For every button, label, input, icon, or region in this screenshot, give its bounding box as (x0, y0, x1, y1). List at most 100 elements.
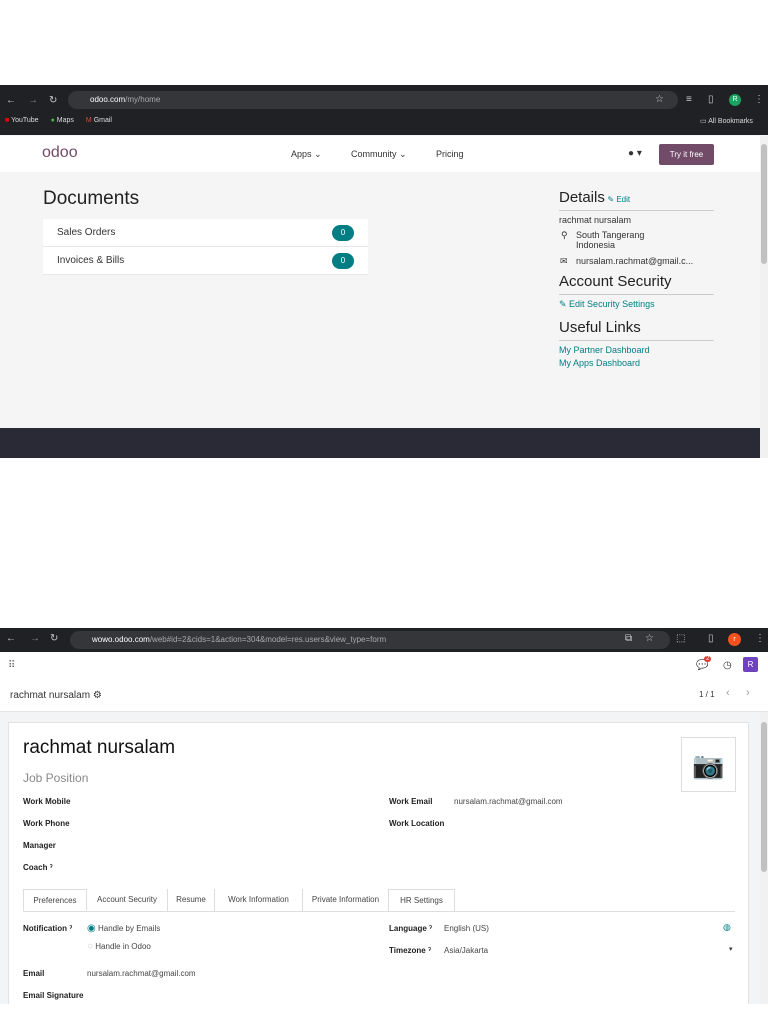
pager: 1 / 1 (699, 690, 715, 699)
camera-add-icon[interactable]: 📷 (681, 737, 736, 792)
pager-prev-button[interactable]: ‹ (726, 687, 730, 699)
manager-label: Manager (23, 841, 56, 850)
details-panel: Details ✎ Edit rachmat nursalam ⚲ South T… (559, 189, 714, 368)
nav-pricing[interactable]: Pricing (436, 149, 464, 159)
name-field[interactable]: rachmat nursalam (23, 737, 175, 759)
details-title: Details (559, 189, 605, 206)
message-count-badge: 2 (704, 656, 712, 662)
extensions-icon[interactable]: ⬚ (676, 634, 685, 644)
count-badge: 0 (332, 253, 354, 269)
timezone-select[interactable]: Asia/Jakarta (444, 946, 488, 955)
backend-screenshot: ← → ↻ wowo.odoo.com/web#id=2&cids=1&acti… (0, 628, 768, 1004)
language-label: Language ˀ (389, 924, 433, 933)
menu-icon[interactable]: ⋮ (755, 634, 765, 644)
browser-chrome: ← → ↻ wowo.odoo.com/web#id=2&cids=1&acti… (0, 628, 768, 652)
tab-account-security[interactable]: Account Security (87, 889, 168, 911)
activity-clock-icon[interactable]: ◷ (723, 660, 732, 671)
apps-dashboard-link[interactable]: My Apps Dashboard (559, 358, 714, 368)
sidepanel-icon[interactable]: ▯ (708, 634, 714, 644)
edit-security-link[interactable]: ✎ Edit Security Settings (559, 299, 714, 310)
breadcrumb: rachmat nursalam ⚙ (10, 690, 102, 701)
address-bar[interactable]: wowo.odoo.com/web#id=2&cids=1&action=304… (70, 631, 670, 649)
tab-hr-settings[interactable]: HR Settings (389, 889, 455, 911)
work-email-field[interactable]: nursalam.rachmat@gmail.com (454, 797, 563, 806)
list-item-invoices[interactable]: Invoices & Bills 0 (43, 247, 368, 275)
notebook-tabs: Preferences Account Security Resume Work… (23, 889, 735, 912)
partner-name: rachmat nursalam (559, 215, 632, 225)
scrollbar[interactable] (760, 136, 768, 458)
scrollbar[interactable] (760, 712, 768, 1004)
tab-private-information[interactable]: Private Information (303, 889, 389, 911)
user-menu-icon[interactable]: ● ▾ (628, 148, 642, 159)
coach-label: Coach ˀ (23, 863, 53, 872)
forward-icon[interactable]: → (30, 634, 40, 644)
all-bookmarks[interactable]: ▭ All Bookmarks (700, 117, 753, 125)
menu-icon[interactable]: ⋮ (754, 95, 764, 105)
language-select[interactable]: English (US) (444, 924, 489, 933)
work-phone-label: Work Phone (23, 819, 70, 828)
cast-icon[interactable]: ⧉ (625, 634, 632, 644)
media-icon[interactable]: ≡ (686, 95, 692, 105)
work-location-label: Work Location (389, 819, 445, 828)
gear-icon[interactable]: ⚙ (93, 690, 102, 701)
messages-icon[interactable]: 💬 2 (696, 656, 712, 671)
country: Indonesia (576, 240, 616, 250)
profile-avatar[interactable]: R (729, 94, 741, 106)
sidepanel-icon[interactable]: ▯ (708, 95, 714, 105)
partner-dashboard-link[interactable]: My Partner Dashboard (559, 345, 714, 355)
email-signature-label: Email Signature (23, 991, 84, 1000)
star-icon[interactable]: ☆ (655, 95, 664, 105)
user-avatar[interactable]: R (743, 657, 758, 672)
back-icon[interactable]: ← (6, 634, 16, 644)
back-icon[interactable]: ← (6, 96, 16, 106)
list-item-sales-orders[interactable]: Sales Orders 0 (43, 219, 368, 247)
odoo-navbar: ⠿ 💬 2 ◷ R (0, 652, 768, 682)
apps-menu-icon[interactable]: ⠿ (8, 660, 15, 671)
form-sheet: rachmat nursalam Job Position 📷 Work Mob… (8, 722, 749, 1004)
browser-chrome: ← → ↻ odoo.com/my/home ☆ ≡ ▯ R ⋮ ■ YouTu… (0, 85, 768, 135)
star-icon[interactable]: ☆ (645, 634, 654, 644)
site-header: odoo Apps ⌄ Community ⌄ Pricing ● ▾ Try … (0, 136, 760, 172)
address-bar[interactable]: odoo.com/my/home (68, 91, 678, 109)
tab-work-information[interactable]: Work Information (215, 889, 303, 911)
reload-icon[interactable]: ↻ (50, 634, 58, 644)
email: nursalam.rachmat@gmail.c... (576, 256, 694, 266)
bookmark-youtube[interactable]: ■ YouTube (5, 117, 39, 124)
account-security-title: Account Security (559, 273, 714, 295)
work-mobile-label: Work Mobile (23, 797, 71, 806)
bookmarks-bar: ■ YouTube ● Maps M Gmail (5, 117, 112, 124)
tab-preferences[interactable]: Preferences (23, 889, 87, 911)
radio-handle-by-emails[interactable]: ◉ Handle by Emails (87, 923, 160, 934)
bookmark-maps[interactable]: ● Maps (51, 117, 74, 124)
try-it-free-button[interactable]: Try it free (659, 144, 714, 165)
footer (0, 428, 760, 458)
city: South Tangerang (576, 230, 645, 240)
documents-title: Documents (43, 188, 140, 209)
odoo-logo[interactable]: odoo (42, 144, 78, 162)
nav-apps[interactable]: Apps ⌄ (291, 149, 322, 160)
job-position-field[interactable]: Job Position (23, 771, 88, 785)
profile-avatar[interactable]: r (728, 633, 741, 646)
useful-links-title: Useful Links (559, 319, 714, 341)
timezone-label: Timezone ˀ (389, 946, 431, 955)
control-panel: rachmat nursalam ⚙ 1 / 1 ‹ › (0, 682, 768, 712)
portal-screenshot: ← → ↻ odoo.com/my/home ☆ ≡ ▯ R ⋮ ■ YouTu… (0, 85, 768, 458)
nav-community[interactable]: Community ⌄ (351, 149, 407, 160)
globe-icon[interactable]: ◍ (723, 922, 731, 933)
reload-icon[interactable]: ↻ (49, 96, 57, 106)
map-marker-icon: ⚲ (561, 230, 568, 240)
email-field[interactable]: nursalam.rachmat@gmail.com (87, 969, 196, 978)
notification-label: Notification ˀ (23, 924, 73, 933)
pager-next-button[interactable]: › (746, 687, 750, 699)
edit-link[interactable]: ✎ Edit (607, 195, 630, 204)
radio-handle-in-odoo[interactable]: ○ Handle in Odoo (87, 941, 151, 952)
bookmark-gmail[interactable]: M Gmail (86, 117, 112, 124)
documents-list: Sales Orders 0 Invoices & Bills 0 (43, 219, 368, 275)
tab-resume[interactable]: Resume (168, 889, 215, 911)
envelope-icon: ✉ (560, 256, 568, 266)
forward-icon[interactable]: → (28, 96, 38, 106)
work-email-label: Work Email (389, 797, 433, 806)
email-label: Email (23, 969, 45, 978)
count-badge: 0 (332, 225, 354, 241)
chevron-down-icon[interactable]: ▾ (729, 945, 733, 953)
